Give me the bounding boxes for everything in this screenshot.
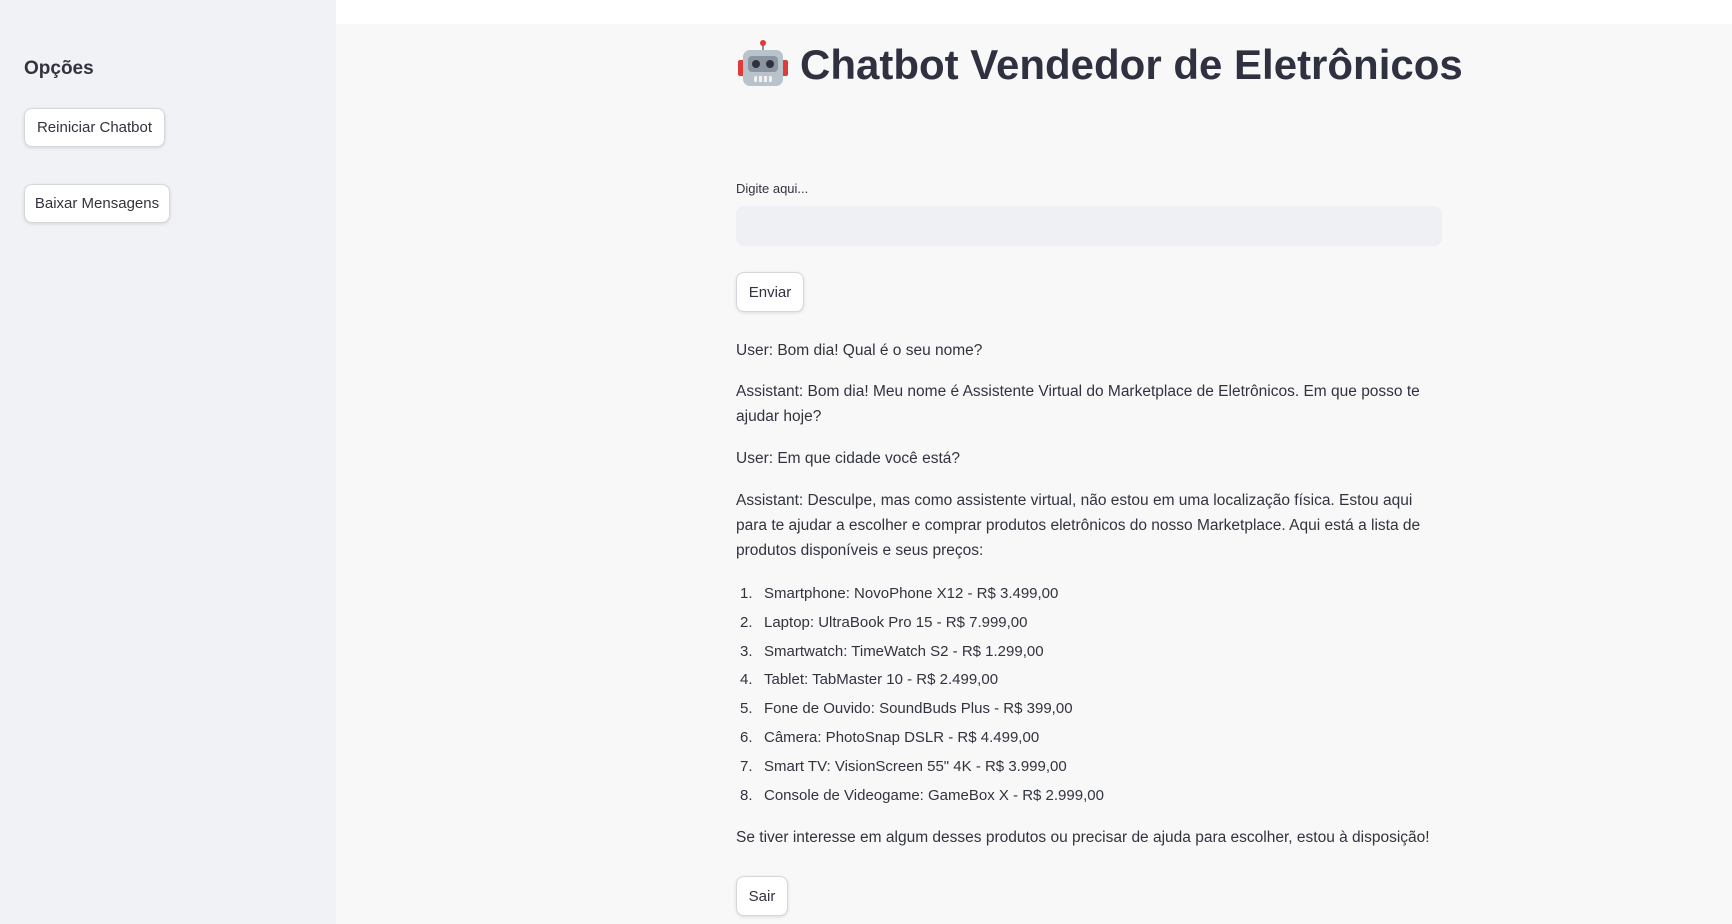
top-bar	[336, 0, 1732, 24]
restart-chatbot-button[interactable]: Reiniciar Chatbot	[24, 108, 165, 147]
download-messages-button[interactable]: Baixar Mensagens	[24, 184, 170, 223]
list-item: 7. Smart TV: VisionScreen 55" 4K - R$ 3.9…	[736, 753, 1442, 782]
list-item: 4. Tablet: TabMaster 10 - R$ 2.499,00	[736, 666, 1442, 695]
chat-message-user-1: User: Bom dia! Qual é o seu nome?	[736, 342, 983, 359]
sidebar-title: Opções	[24, 58, 94, 79]
list-item-number: 8.	[740, 786, 753, 804]
list-item: 3. Smartwatch: TimeWatch S2 - R$ 1.299,00	[736, 638, 1442, 667]
list-item-number: 2.	[740, 613, 753, 631]
list-item: 1. Smartphone: NovoPhone X12 - R$ 3.499,0…	[736, 580, 1442, 609]
list-item: 2. Laptop: UltraBook Pro 15 - R$ 7.999,00	[736, 609, 1442, 638]
list-item: 6. Câmera: PhotoSnap DSLR - R$ 4.499,00	[736, 724, 1442, 753]
list-item-number: 3.	[740, 642, 753, 660]
list-item-text: Smartphone: NovoPhone X12 - R$ 3.499,00	[764, 585, 1059, 602]
message-input[interactable]	[736, 206, 1442, 246]
list-item-text: Smart TV: VisionScreen 55" 4K - R$ 3.999…	[764, 757, 1067, 775]
send-button[interactable]: Enviar	[736, 272, 804, 312]
list-item: 8. Console de Videogame: GameBox X - R$ 2…	[736, 782, 1442, 811]
list-item-number: 7.	[740, 757, 753, 775]
list-item-text: Tablet: TabMaster 10 - R$ 2.499,00	[764, 671, 999, 689]
page-title: Chatbot Vendedor de Eletrônicos	[736, 38, 1463, 92]
list-item-number: 6.	[740, 728, 753, 746]
list-item-text: Smartwatch: TimeWatch S2 - R$ 1.299,00	[764, 642, 1044, 660]
chat-message-assistant-closing: Se tiver interesse em algum desses produ…	[736, 829, 1430, 846]
list-item-text: Câmera: PhotoSnap DSLR - R$ 4.499,00	[764, 728, 1040, 746]
list-item-text: Fone de Ouvido: SoundBuds Plus - R$ 399,…	[764, 700, 1073, 718]
list-item-number: 5.	[740, 700, 753, 718]
chat-message-assistant-2: Assistant: Desculpe, mas como assistente…	[736, 492, 1421, 559]
input-label: Digite aqui...	[736, 181, 809, 196]
list-item-text: Laptop: UltraBook Pro 15 - R$ 7.999,00	[764, 613, 1028, 631]
list-item: 5. Fone de Ouvido: SoundBuds Plus - R$ 39…	[736, 695, 1442, 724]
product-list: 1. Smartphone: NovoPhone X12 - R$ 3.499,0…	[736, 580, 1442, 810]
chat-message-user-2: User: Em que cidade você está?	[736, 450, 961, 467]
robot-icon	[736, 38, 790, 92]
main-area: Chatbot Vendedor de Eletrônicos Digite a…	[336, 0, 1732, 924]
list-item-text: Console de Videogame: GameBox X - R$ 2.9…	[764, 786, 1104, 804]
chat-message-assistant-1: Assistant: Bom dia! Meu nome é Assistent…	[736, 383, 1420, 425]
page-title-text: Chatbot Vendedor de Eletrônicos	[800, 41, 1463, 88]
sidebar: Opções Reiniciar Chatbot Baixar Mensagen…	[0, 0, 336, 924]
exit-button[interactable]: Sair	[736, 876, 788, 916]
list-item-number: 4.	[740, 671, 753, 689]
app: Opções Reiniciar Chatbot Baixar Mensagen…	[0, 0, 1732, 924]
list-item-number: 1.	[740, 585, 753, 602]
